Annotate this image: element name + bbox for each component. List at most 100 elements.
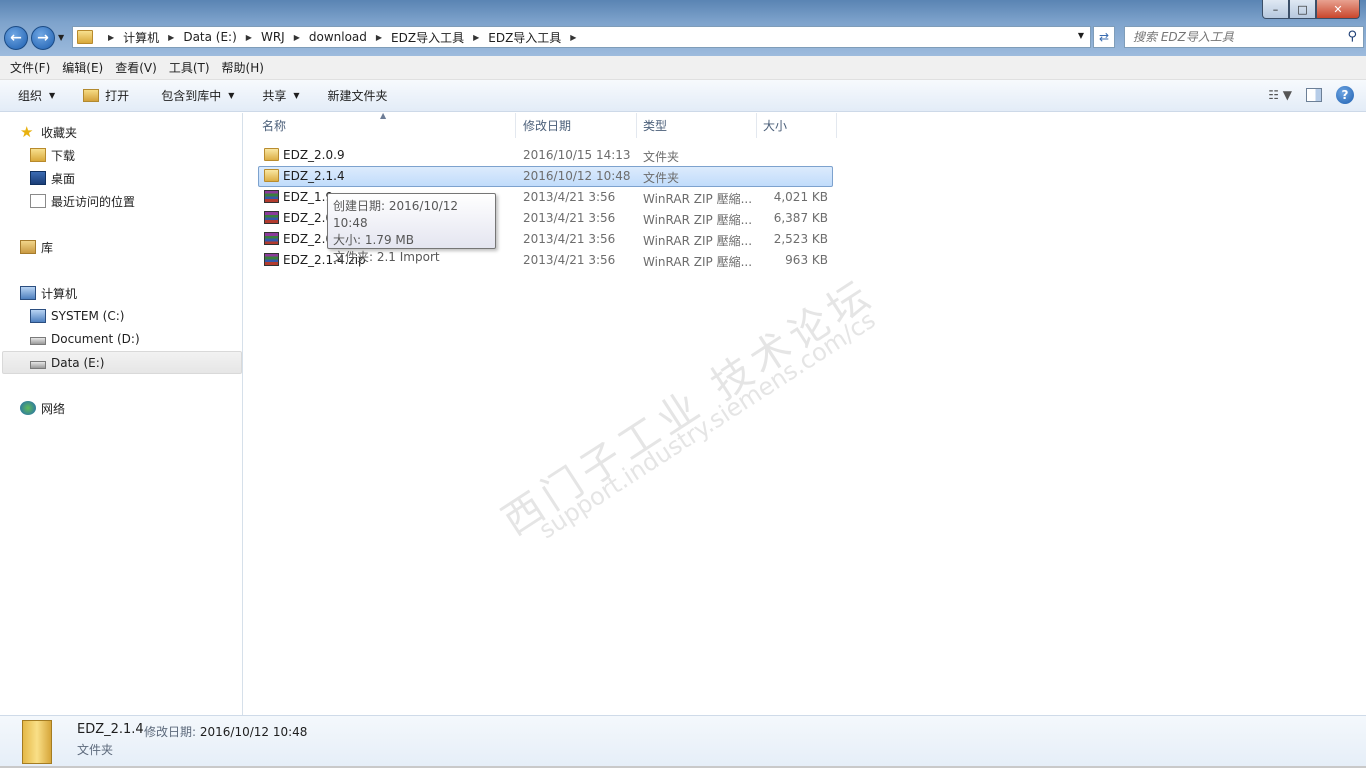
nav-downloads[interactable]: 下载	[30, 145, 75, 165]
nav-drive-c[interactable]: SYSTEM (C:)	[30, 306, 124, 326]
search-box[interactable]: ⚲	[1124, 26, 1364, 48]
nav-network[interactable]: 网络	[20, 398, 65, 418]
file-size: 2,523 KB	[773, 232, 828, 246]
downloads-icon	[30, 148, 46, 162]
crumb-edz-tool-2[interactable]: EDZ导入工具	[488, 29, 561, 46]
menu-view[interactable]: 查看(V)	[109, 59, 163, 76]
breadcrumb: ▶ 计算机 ▶ Data (E:) ▶ WRJ ▶ download ▶ EDZ…	[99, 27, 585, 47]
nav-recent[interactable]: 最近访问的位置	[30, 191, 135, 211]
winrar-archive-icon	[264, 190, 279, 203]
watermark-title: 西门子工业 技术论坛	[494, 270, 883, 545]
search-icon[interactable]: ⚲	[1347, 29, 1357, 44]
watermark-url: support.industry.siemens.com/cs	[534, 305, 881, 545]
file-size: 963 KB	[785, 253, 828, 267]
forward-button[interactable]: →	[31, 26, 55, 50]
include-library-label: 包含到库中	[161, 89, 222, 103]
folder-icon	[264, 148, 279, 161]
close-button[interactable]: ✕	[1316, 0, 1360, 19]
file-size: 6,387 KB	[773, 211, 828, 225]
crumb-drive-e[interactable]: Data (E:)	[183, 30, 236, 44]
address-bar[interactable]: ▶ 计算机 ▶ Data (E:) ▶ WRJ ▶ download ▶ EDZ…	[72, 26, 1091, 48]
nav-label: 桌面	[51, 171, 76, 186]
tooltip-created: 创建日期: 2016/10/12 10:48	[333, 199, 459, 230]
command-bar: 组织 ▼ 打开 包含到库中 ▼ 共享 ▼ 新建文件夹 ☷ ▼ ?	[0, 80, 1366, 112]
crumb-wrj[interactable]: WRJ	[261, 30, 285, 44]
file-type: WinRAR ZIP 壓縮...	[643, 234, 753, 248]
chevron-right-icon[interactable]: ▶	[246, 33, 252, 42]
chevron-right-icon[interactable]: ▶	[168, 33, 174, 42]
chevron-right-icon[interactable]: ▶	[570, 33, 576, 42]
chevron-right-icon[interactable]: ▶	[376, 33, 382, 42]
crumb-edz-tool-1[interactable]: EDZ导入工具	[391, 29, 464, 46]
winrar-archive-icon	[264, 211, 279, 224]
column-header-date[interactable]: 修改日期	[517, 113, 637, 138]
column-header-type[interactable]: 类型	[637, 113, 757, 138]
nav-label: Document (D:)	[51, 332, 140, 346]
open-button[interactable]: 打开	[75, 84, 137, 108]
chevron-right-icon[interactable]: ▶	[473, 33, 479, 42]
file-date: 2013/4/21 3:56	[523, 190, 616, 204]
chevron-down-icon: ▼	[228, 91, 235, 100]
open-label: 打开	[105, 89, 130, 103]
menu-file[interactable]: 文件(F)	[4, 59, 56, 76]
nav-libraries[interactable]: 库	[20, 237, 53, 257]
menu-edit[interactable]: 编辑(E)	[56, 59, 109, 76]
details-type: 文件夹	[77, 743, 114, 757]
refresh-button[interactable]: ⇄	[1093, 26, 1115, 48]
navigation-pane: ★ 收藏夹 下载 桌面 最近访问的位置 库 计算机 SYSTEM (C:) Doc…	[0, 113, 243, 715]
view-options-icon[interactable]: ☷ ▼	[1268, 88, 1292, 102]
share-button[interactable]: 共享 ▼	[254, 84, 307, 108]
file-name: EDZ_2.0	[283, 211, 334, 225]
nav-label: SYSTEM (C:)	[51, 309, 125, 323]
file-row-selected[interactable]: EDZ_2.1.4 2016/10/12 10:48 文件夹	[258, 166, 833, 187]
details-modified-value: 2016/10/12 10:48	[199, 725, 308, 739]
new-folder-button[interactable]: 新建文件夹	[320, 84, 396, 108]
chevron-down-icon: ▼	[49, 91, 56, 100]
chevron-right-icon[interactable]: ▶	[108, 33, 114, 42]
watermark: 西门子工业 技术论坛 support.industry.siemens.com/…	[489, 262, 883, 546]
back-button[interactable]: ←	[4, 26, 28, 50]
file-type: 文件夹	[643, 150, 680, 164]
crumb-download[interactable]: download	[309, 30, 367, 44]
nav-desktop[interactable]: 桌面	[30, 168, 75, 188]
nav-drive-e[interactable]: Data (E:)	[30, 353, 104, 373]
help-icon[interactable]: ?	[1336, 86, 1354, 104]
chevron-right-icon[interactable]: ▶	[294, 33, 300, 42]
maximize-button[interactable]: □	[1289, 0, 1316, 19]
file-type: WinRAR ZIP 壓縮...	[643, 192, 753, 206]
file-date: 2013/4/21 3:56	[523, 253, 616, 267]
menu-tools[interactable]: 工具(T)	[163, 59, 216, 76]
file-row[interactable]: EDZ_2.0.9 2016/10/15 14:13 文件夹	[258, 145, 833, 166]
nav-label: Data (E:)	[51, 356, 105, 370]
nav-label: 下载	[51, 148, 76, 163]
nav-label: 网络	[41, 401, 66, 416]
menu-bar: 文件(F) 编辑(E) 查看(V) 工具(T) 帮助(H)	[0, 56, 1366, 80]
file-type: WinRAR ZIP 壓縮...	[643, 213, 753, 227]
search-input[interactable]	[1125, 30, 1335, 44]
nav-label: 库	[41, 240, 54, 255]
address-history-dropdown[interactable]: ▼	[1078, 31, 1084, 40]
details-modified: 修改日期: 2016/10/12 10:48	[144, 723, 307, 740]
menu-help[interactable]: 帮助(H)	[216, 59, 270, 76]
column-header-name[interactable]: 名称	[256, 113, 516, 138]
title-bar: – □ ✕ ← → ▼ ▶ 计算机 ▶ Data (E:) ▶ WRJ ▶ do…	[0, 0, 1366, 56]
details-modified-label: 修改日期:	[144, 725, 197, 739]
recent-places-icon	[30, 194, 46, 208]
organize-button[interactable]: 组织 ▼	[10, 84, 63, 108]
nav-drive-d[interactable]: Document (D:)	[30, 329, 140, 349]
include-library-button[interactable]: 包含到库中 ▼	[153, 84, 242, 108]
nav-label: 最近访问的位置	[51, 194, 136, 209]
file-type: 文件夹	[643, 171, 680, 185]
window-controls: – □ ✕	[1262, 0, 1360, 19]
crumb-computer[interactable]: 计算机	[123, 29, 159, 46]
minimize-button[interactable]: –	[1262, 0, 1289, 19]
recent-pages-dropdown[interactable]: ▼	[58, 33, 64, 42]
column-header-size[interactable]: 大小	[757, 113, 837, 138]
file-info-tooltip: 创建日期: 2016/10/12 10:48 大小: 1.79 MB 文件夹: …	[327, 193, 496, 264]
nav-favorites[interactable]: ★ 收藏夹	[20, 122, 77, 142]
details-name: EDZ_2.1.4	[77, 722, 144, 737]
new-folder-label: 新建文件夹	[327, 89, 388, 103]
preview-pane-icon[interactable]	[1306, 88, 1322, 102]
nav-computer[interactable]: 计算机	[20, 283, 77, 303]
winrar-archive-icon	[264, 253, 279, 266]
